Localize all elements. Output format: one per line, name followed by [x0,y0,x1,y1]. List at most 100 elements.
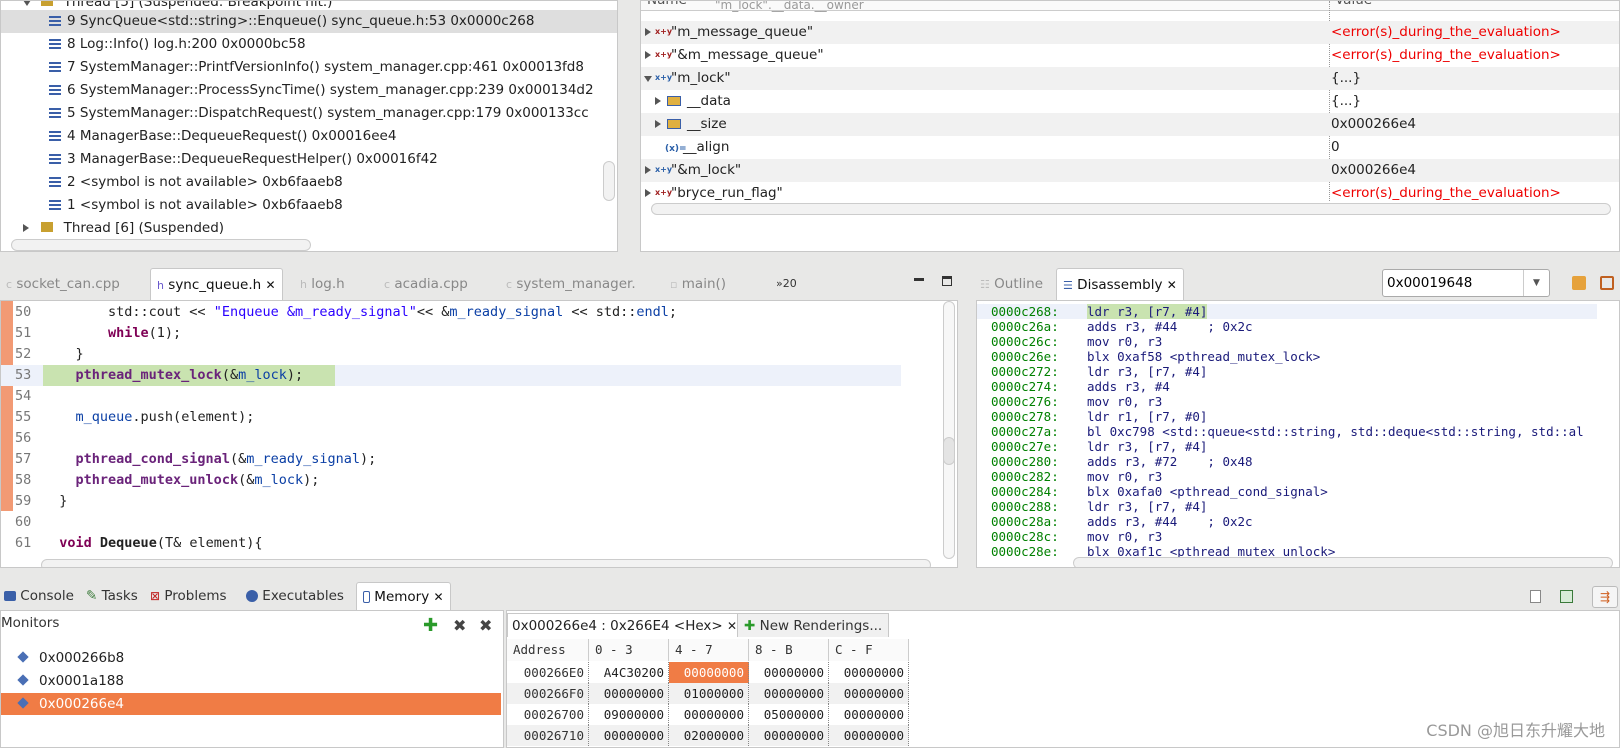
variable-row[interactable]: (x)=__align 0 [641,136,1619,159]
mem-cell-selected[interactable]: 00000000 [669,662,749,683]
mem-cell[interactable]: 00000000 [829,662,909,683]
variable-row[interactable]: __size 0x000266e4 [641,113,1619,136]
expand-right-icon[interactable] [645,51,651,59]
editor-hscrollbar[interactable] [41,559,931,567]
mem-cell[interactable]: 00000000 [669,704,749,725]
tab-outline[interactable]: ☷ Outline [980,268,1043,300]
mem-cell[interactable]: 00000000 [829,725,909,746]
variable-row[interactable]: __data {...} [641,90,1619,113]
new-renderings-tab[interactable]: ✚ New Renderings... [737,613,890,637]
mem-cell[interactable]: 00000000 [749,725,829,746]
chevron-down-icon[interactable]: ▼ [1523,270,1549,296]
stack-frame-icon [49,85,61,95]
expression-icon: x+y [655,27,673,36]
expand-right-icon[interactable] [23,224,29,232]
mem-cell[interactable]: 00000000 [829,683,909,704]
expand-right-icon[interactable] [655,97,661,105]
mem-cell[interactable]: 00000000 [829,704,909,725]
remove-monitor-icon[interactable]: ✖ [453,617,466,635]
mem-cell[interactable]: 05000000 [749,704,829,725]
name-column-header[interactable]: Name [647,1,687,8]
editor-vscrollbar[interactable] [943,301,955,559]
new-page-icon[interactable] [1530,590,1541,603]
rendering-tab-label: 0x000266e4 : 0x266E4 <Hex> [512,618,723,634]
stack-frame-label: 5 SystemManager::DispatchRequest() syste… [67,105,589,121]
tab-memory[interactable]: Memory ✕ [356,582,451,610]
code-editor[interactable]: ➪ 50 std::cout << "Enqueue &m_ready_sign… [0,300,958,568]
minimize-icon[interactable] [914,278,924,281]
view-menu-icon[interactable]: ⇶ [1592,586,1618,608]
variable-row[interactable]: x+y"m_message_queue" <error(s)_during_the… [641,21,1619,44]
tab-console[interactable]: Console [4,582,74,610]
mem-cell[interactable]: 09000000 [589,704,669,725]
tab-disassembly[interactable]: ☰ Disassembly ✕ [1056,268,1184,300]
tab-acadia[interactable]: c acadia.cpp [384,268,468,300]
mem-cell[interactable]: 00000000 [589,725,669,746]
address-input[interactable] [1387,273,1517,293]
export-icon[interactable] [1560,590,1573,603]
stack-frame-row[interactable]: 4 ManagerBase::DequeueRequest() 0x00016e… [1,125,617,148]
refresh-icon[interactable] [1572,276,1586,290]
mem-cell[interactable]: 00000000 [749,683,829,704]
mem-cell[interactable]: 02000000 [669,725,749,746]
variable-row[interactable]: x+y"bryce_run_flag" <error(s)_during_the_… [641,182,1619,205]
thread-6-row[interactable]: Thread [6] (Suspended) [1,217,617,240]
stack-frame-row[interactable]: 5 SystemManager::DispatchRequest() syste… [1,102,617,125]
expand-down-icon[interactable] [644,76,652,82]
disasm-line: 0000c26a: adds r3, #44 ; 0x2c [991,319,1253,334]
disasm-line: 0000c28c: mov r0, r3 [991,529,1163,544]
debug-hscrollbar[interactable] [11,239,311,251]
mem-cell[interactable]: A4C30200 [589,662,669,683]
stack-frame-row[interactable]: 2 <symbol is not available> 0xb6faaeb8 [1,171,617,194]
tab-main[interactable]: ▫ main() [670,268,726,300]
stack-frame-row[interactable]: 6 SystemManager::ProcessSyncTime() syste… [1,79,617,102]
tab-system-manager[interactable]: c system_manager. [506,268,636,300]
stack-frame-label: 8 Log::Info() log.h:200 0x0000bc58 [67,36,306,52]
stack-frame-row[interactable]: 3 ManagerBase::DequeueRequestHelper() 0x… [1,148,617,171]
editor-vscroll-thumb[interactable] [943,437,955,465]
disassembly-view[interactable]: ➧ 0000c268:ldr r3, [r7, #4] 0000c26a:add… [976,300,1620,568]
monitor-item[interactable]: 0x0001a188 [1,670,501,692]
stack-frame-row[interactable]: 7 SystemManager::PrintfVersionInfo() sys… [1,56,617,79]
disasm-hscrollbar[interactable] [1073,557,1613,567]
remove-all-monitors-icon[interactable]: ✖ [479,617,492,635]
editor-tabbar: c socket_can.cpp h sync_queue.h ✕ h log.… [0,268,970,300]
stack-frame-row[interactable]: 1 <symbol is not available> 0xb6faaeb8 [1,194,617,217]
maximize-icon[interactable] [942,276,952,286]
tab-executables[interactable]: Executables [246,582,344,610]
tab-tasks[interactable]: ✎ Tasks [86,582,138,610]
stack-frame-row[interactable]: 8 Log::Info() log.h:200 0x0000bc58 [1,33,617,56]
monitor-item[interactable]: 0x000266b8 [1,647,501,669]
expand-right-icon[interactable] [655,120,661,128]
rendering-tab[interactable]: 0x000266e4 : 0x266E4 <Hex> ✕ [507,613,743,637]
variable-row[interactable]: x+y"&m_message_queue" <error(s)_during_th… [641,44,1619,67]
expand-right-icon[interactable] [645,28,651,36]
debug-vscrollbar[interactable] [603,161,615,201]
tab-sync-queue[interactable]: h sync_queue.h ✕ [150,268,283,300]
mem-cell[interactable]: 00000000 [589,683,669,704]
variable-row[interactable]: x+y"&m_lock" 0x000266e4 [641,159,1619,182]
expand-right-icon[interactable] [645,166,651,174]
tab-socket-can[interactable]: c socket_can.cpp [6,268,120,300]
address-combo[interactable]: ▼ [1382,269,1550,297]
tab-overflow[interactable]: »20 [776,268,797,300]
expand-right-icon[interactable] [645,189,651,197]
plus-icon: ✚ [744,618,756,634]
variable-row[interactable]: x+y"m_lock" {...} [641,67,1619,90]
monitor-item-selected[interactable]: 0x000266e4 [1,693,501,715]
add-monitor-icon[interactable]: ✚ [423,617,438,635]
tab-log[interactable]: h log.h [300,268,345,300]
value-column-header[interactable]: Value [1335,1,1372,8]
expand-down-icon[interactable] [23,1,31,6]
stack-frame-row[interactable]: 9 SyncQueue<std::string>::Enqueue() sync… [1,10,617,33]
close-icon[interactable]: ✕ [727,619,737,633]
variables-hscrollbar[interactable] [651,203,1611,215]
disasm-line: 0000c284: blx 0xafa0 <pthread_cond_signal… [991,484,1328,499]
close-icon[interactable]: ✕ [1167,278,1177,292]
close-icon[interactable]: ✕ [434,590,444,604]
mem-cell[interactable]: 01000000 [669,683,749,704]
close-icon[interactable]: ✕ [265,278,275,292]
tab-problems[interactable]: ⊠ Problems [150,582,227,610]
mem-cell[interactable]: 00000000 [749,662,829,683]
home-icon[interactable] [1600,276,1614,290]
